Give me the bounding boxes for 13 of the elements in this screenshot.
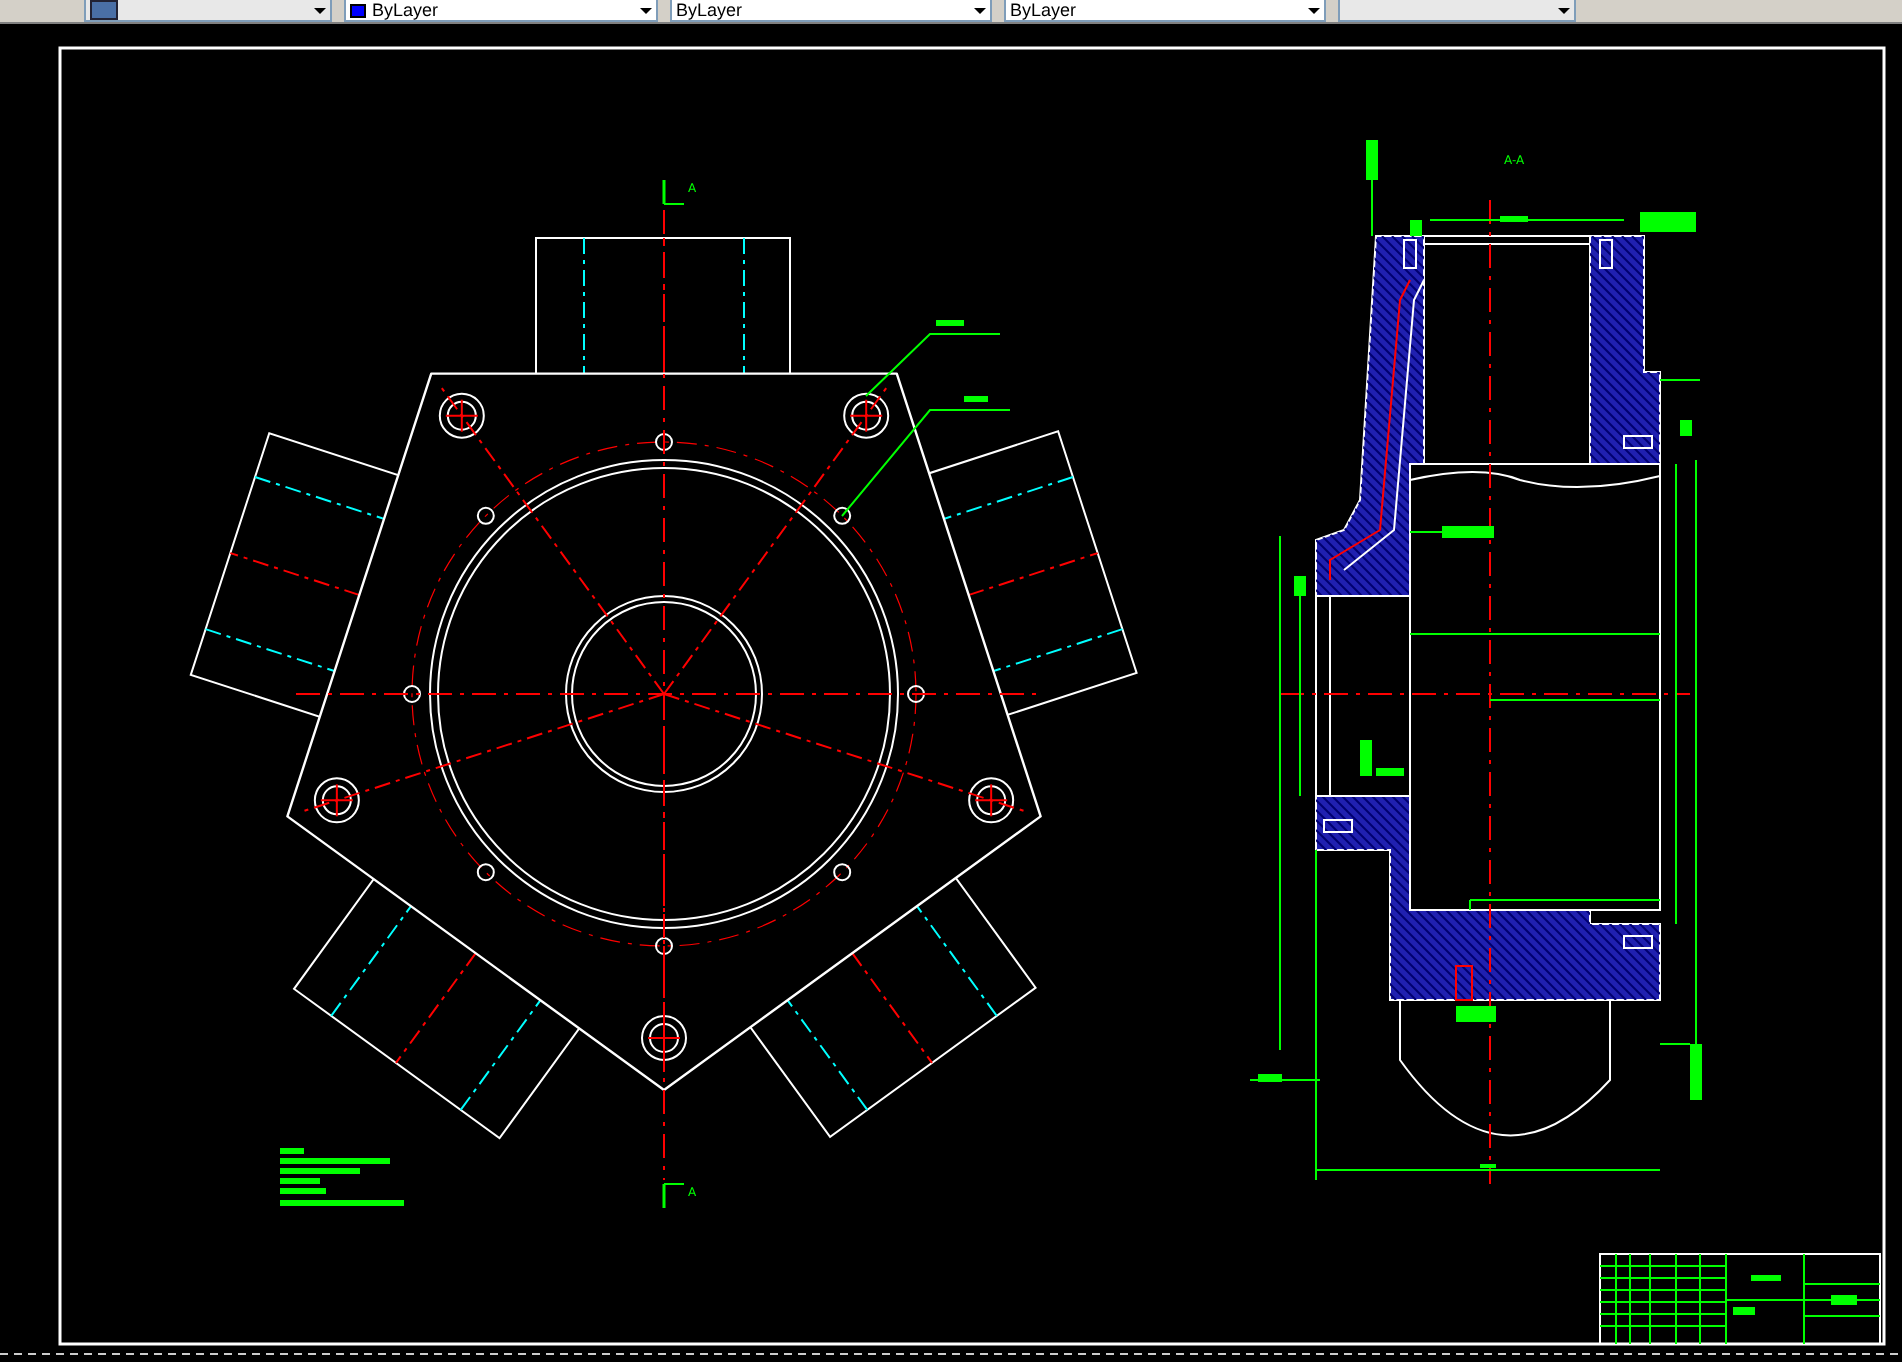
section-mark [662,180,685,205]
dropdown-arrow-icon [314,7,326,13]
dropdown-arrow-icon [1558,7,1570,13]
dropdown-arrow-icon [1308,7,1320,13]
notes-drawing [280,1148,404,1206]
layer-icon [90,0,118,20]
layer-dropdown[interactable] [84,0,332,22]
dropdown-arrow-icon [974,7,986,13]
color-dropdown[interactable]: ByLayer [344,0,658,22]
section-mark [662,1183,685,1208]
property-dropdown[interactable]: ByLayer [1004,0,1326,22]
dropdown-arrow-icon [640,7,652,13]
property-dropdown[interactable]: ByLayer [670,0,992,22]
